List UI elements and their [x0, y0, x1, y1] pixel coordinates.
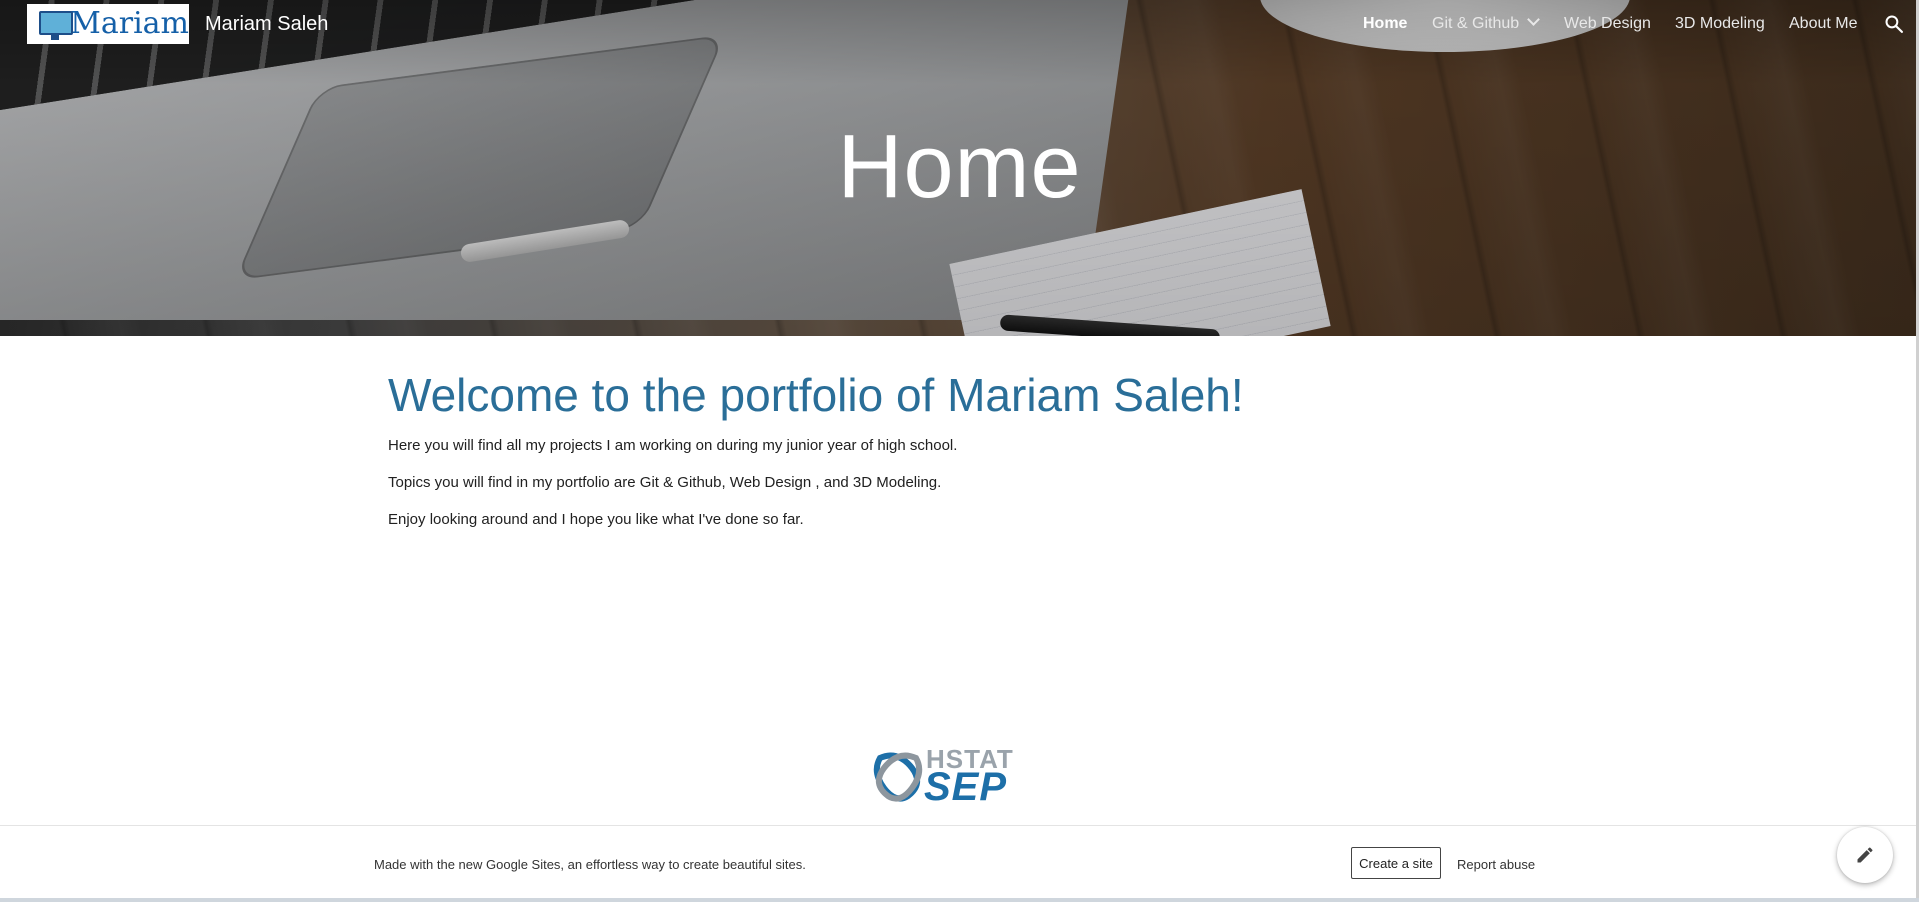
search-icon[interactable]	[1884, 14, 1904, 34]
intro-paragraph: Here you will find all my projects I am …	[388, 437, 958, 454]
nav-item-git-github[interactable]: Git & Github	[1432, 12, 1541, 36]
pencil-icon	[1857, 847, 1873, 863]
welcome-heading: Welcome to the portfolio of Mariam Saleh…	[388, 369, 1244, 421]
chevron-down-icon[interactable]	[1527, 13, 1541, 26]
closing-paragraph: Enjoy looking around and I hope you like…	[388, 511, 804, 528]
site-title[interactable]: Mariam Saleh	[205, 10, 328, 38]
page-title: Home	[837, 117, 1082, 217]
computer-icon	[35, 7, 73, 41]
site-logo[interactable]: Mariam	[27, 4, 189, 44]
hstat-sep-logo: HSTAT SEP	[872, 746, 1044, 809]
logo-text: Mariam	[70, 6, 189, 41]
report-abuse-link[interactable]: Report abuse	[1457, 856, 1535, 874]
main-content: Welcome to the portfolio of Mariam Saleh…	[388, 360, 1588, 528]
logo-bottom-text: SEP	[924, 765, 1008, 809]
hero-banner: Home	[0, 0, 1919, 336]
create-site-button[interactable]: Create a site	[1351, 847, 1441, 879]
knot-logo-icon	[873, 752, 923, 802]
nav-item-label: Git & Github	[1432, 15, 1520, 32]
nav-item-3d-modeling[interactable]: 3D Modeling	[1675, 12, 1765, 36]
nav-item-home[interactable]: Home	[1363, 12, 1407, 36]
edit-button[interactable]	[1837, 827, 1893, 883]
site-footer: Made with the new Google Sites, an effor…	[0, 825, 1919, 902]
footer-text: Made with the new Google Sites, an effor…	[374, 857, 806, 872]
topics-paragraph: Topics you will find in my portfolio are…	[388, 474, 942, 491]
nav-item-web-design[interactable]: Web Design	[1564, 12, 1651, 36]
window-bottom-border	[0, 898, 1919, 902]
nav-item-about-me[interactable]: About Me	[1789, 12, 1857, 36]
